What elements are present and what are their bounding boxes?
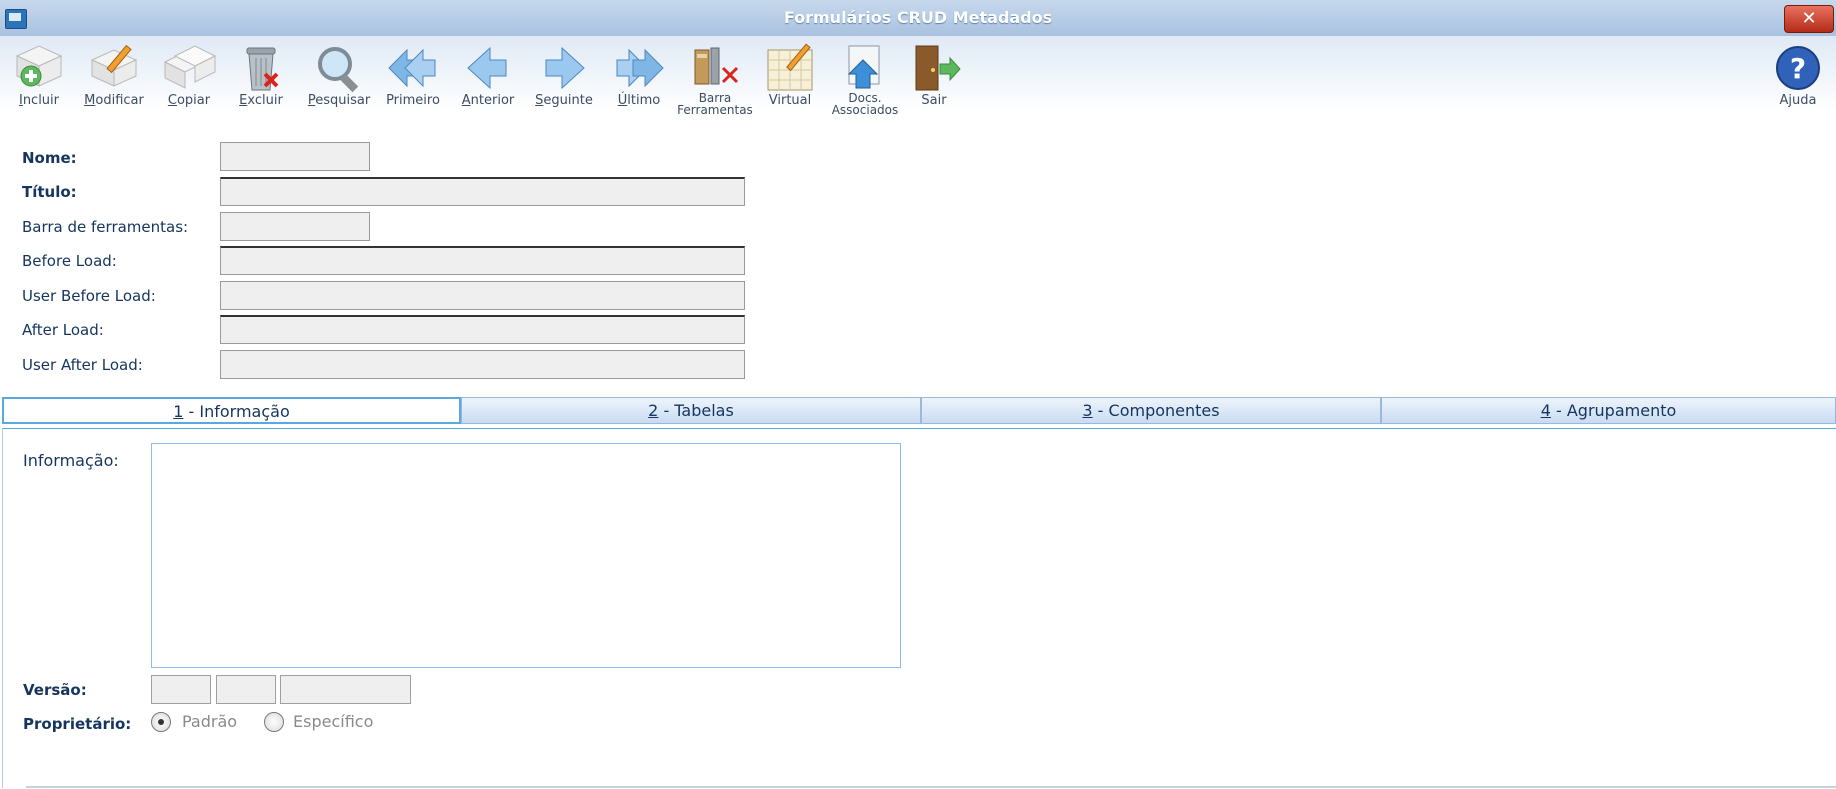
toolbar-label-seguinte: Seguinte	[535, 93, 593, 108]
title-bar: Formulários CRUD Metadados ✕	[0, 0, 1836, 37]
tab-key: 4	[1540, 401, 1551, 420]
toolbar-tools-icon	[694, 47, 739, 85]
toolbar-button-pesquisar[interactable]: Pesquisar	[302, 36, 376, 124]
before-load-label: Before Load:	[22, 252, 117, 270]
toolbar-button-modificar[interactable]: Modificar	[77, 36, 151, 124]
toolbar-label-anterior: Anterior	[461, 93, 515, 108]
toolbar-label-modificar: Modificar	[84, 93, 144, 108]
tab-label: - Agrupamento	[1550, 401, 1677, 420]
tab-componentes[interactable]: 3 - Componentes	[921, 397, 1381, 424]
tab-tabelas[interactable]: 2 - Tabelas	[461, 397, 921, 424]
add-document-icon	[15, 45, 63, 87]
barra-ferramentas-input[interactable]	[220, 212, 370, 241]
informacao-textarea[interactable]	[151, 443, 901, 668]
user-before-load-input[interactable]	[220, 281, 745, 310]
toolbar-label-virtual: Virtual	[768, 93, 812, 108]
toolbar-label-incluir: Incluir	[18, 93, 60, 108]
first-arrow-icon	[388, 48, 436, 88]
after-load-label: After Load:	[22, 321, 104, 339]
barra-ferramentas-label: Barra de ferramentas:	[22, 218, 189, 236]
svg-text:?: ?	[1790, 52, 1806, 85]
exit-door-icon	[915, 45, 961, 91]
toolbar: Incluir Modificar Copiar Excluir Pesquis…	[0, 36, 1836, 124]
informacao-label: Informação:	[23, 451, 119, 470]
toolbar-label-barra-ferramentas: Barra Ferramentas	[677, 91, 753, 117]
help-icon: ?	[1776, 46, 1820, 90]
after-load-input[interactable]	[220, 315, 745, 344]
toolbar-label-primeiro: Primeiro	[386, 93, 440, 108]
tab-panel-left-border	[2, 428, 3, 788]
toolbar-label-excluir: Excluir	[239, 93, 283, 108]
magnifier-icon	[318, 47, 359, 93]
toolbar-button-ajuda[interactable]: ? Ajuda	[1761, 36, 1835, 124]
trash-icon	[246, 47, 279, 91]
tab-agrupamento[interactable]: 4 - Agrupamento	[1381, 397, 1836, 424]
user-after-load-input[interactable]	[220, 350, 745, 379]
toolbar-button-ultimo[interactable]: Último	[602, 36, 676, 124]
versao-major-input[interactable]	[151, 675, 211, 704]
associated-docs-icon	[847, 45, 880, 89]
radio-padrao-label: Padrão	[182, 712, 238, 731]
titulo-label: Título:	[22, 183, 77, 201]
close-button[interactable]: ✕	[1784, 5, 1834, 33]
nome-input[interactable]	[220, 142, 370, 171]
before-load-input[interactable]	[220, 246, 745, 275]
nome-label: Nome:	[22, 149, 77, 167]
last-arrow-icon	[616, 48, 664, 88]
status-divider	[26, 786, 1836, 788]
radio-especifico-label: Específico	[293, 712, 374, 731]
previous-arrow-icon	[467, 46, 507, 90]
toolbar-button-virtual[interactable]: Virtual	[753, 36, 827, 124]
toolbar-button-incluir[interactable]: Incluir	[2, 36, 76, 124]
versao-minor-input[interactable]	[216, 675, 276, 704]
titulo-input[interactable]	[220, 177, 745, 206]
toolbar-button-sair[interactable]: Sair	[897, 36, 971, 124]
tab-label: - Componentes	[1092, 401, 1220, 420]
tab-panel-border	[2, 428, 1836, 429]
tab-label: - Informação	[183, 402, 290, 421]
tab-key: 1	[173, 402, 184, 421]
toolbar-label-sair: Sair	[921, 93, 947, 108]
user-after-load-label: User After Load:	[22, 356, 143, 374]
toolbar-label-ultimo: Último	[617, 93, 661, 108]
radio-padrao[interactable]	[151, 712, 171, 732]
toolbar-button-excluir[interactable]: Excluir	[224, 36, 298, 124]
toolbar-button-anterior[interactable]: Anterior	[451, 36, 525, 124]
tab-key: 2	[648, 401, 659, 420]
tab-key: 3	[1082, 401, 1093, 420]
toolbar-button-primeiro[interactable]: Primeiro	[376, 36, 450, 124]
toolbar-button-copiar[interactable]: Copiar	[152, 36, 226, 124]
virtual-pad-icon	[767, 43, 813, 91]
versao-label: Versão:	[23, 681, 87, 699]
window-title: Formulários CRUD Metadados	[783, 8, 1053, 27]
tab-label: - Tabelas	[658, 401, 734, 420]
tab-strip: 1 - Informação 2 - Tabelas 3 - Component…	[2, 397, 1836, 425]
copy-document-icon	[163, 45, 217, 89]
toolbar-button-seguinte[interactable]: Seguinte	[527, 36, 601, 124]
proprietario-label: Proprietário:	[23, 715, 132, 733]
radio-especifico[interactable]	[264, 712, 284, 732]
toolbar-label-ajuda: Ajuda	[1779, 93, 1817, 108]
versao-build-input[interactable]	[280, 675, 411, 704]
edit-document-icon	[90, 44, 138, 87]
tab-informacao[interactable]: 1 - Informação	[2, 397, 461, 424]
user-before-load-label: User Before Load:	[22, 287, 156, 305]
next-arrow-icon	[545, 46, 585, 90]
toolbar-button-docs-associados[interactable]: Docs. Associados	[828, 36, 902, 124]
toolbar-button-barra-ferramentas[interactable]: Barra Ferramentas	[677, 36, 753, 124]
